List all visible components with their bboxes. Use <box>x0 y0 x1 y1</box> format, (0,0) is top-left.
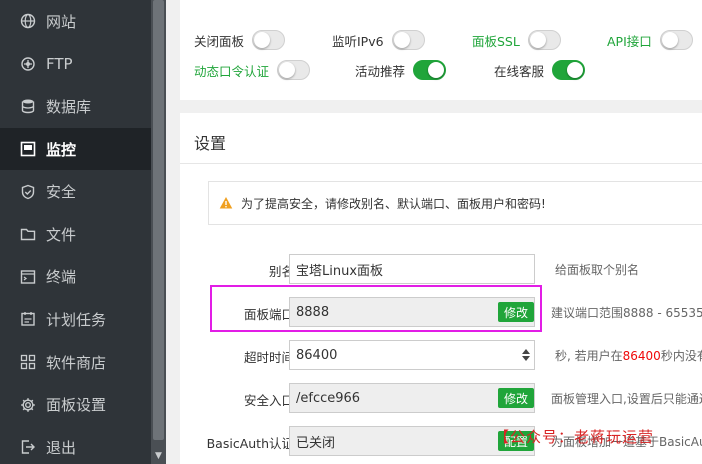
sidebar-item-cron[interactable]: 计划任务 <box>0 298 151 341</box>
ssl-switch[interactable] <box>527 30 561 50</box>
api-switch[interactable] <box>659 30 693 50</box>
toggle-api: API接口 <box>607 30 693 50</box>
ipv6-switch[interactable] <box>391 30 425 50</box>
entry-edit-button[interactable]: 修改 <box>498 388 535 408</box>
close-panel-switch[interactable] <box>252 30 286 50</box>
sidebar-item-ftp[interactable]: FTP <box>0 43 151 86</box>
toggle-label: 关闭面板 <box>194 33 245 49</box>
timeout-hint-post: 秒内没有任 <box>660 349 702 363</box>
sidebar-item-label: 退出 <box>46 438 77 457</box>
sidebar-item-label: 数据库 <box>46 97 92 116</box>
database-icon <box>20 98 36 114</box>
grid-icon <box>20 354 36 370</box>
sidebar-item-panel-settings[interactable]: 面板设置 <box>0 383 151 426</box>
toggle-ssl: 面板SSL <box>472 30 561 50</box>
sidebar-item-terminal[interactable]: 终端 <box>0 256 151 299</box>
sidebar-item-website[interactable]: 网站 <box>0 0 151 43</box>
2fa-switch[interactable] <box>277 60 311 80</box>
sidebar-item-security[interactable]: 安全 <box>0 170 151 213</box>
security-alert: 为了提高安全，请修改别名、默认端口、面板用户和密码! <box>208 181 702 225</box>
entry-label: 安全入口 <box>243 393 294 408</box>
sidebar-item-label: 终端 <box>46 268 77 287</box>
toggle-label[interactable]: API接口 <box>607 31 652 50</box>
timeout-input[interactable]: 86400 <box>289 340 535 370</box>
settings-title: 设置 <box>194 134 227 153</box>
warning-icon <box>219 197 233 209</box>
globe-icon <box>20 13 36 29</box>
promo-switch[interactable] <box>413 60 447 80</box>
entry-hint: 面板管理入口,设置后只能通过 <box>551 392 702 406</box>
toggle-label: 监听IPv6 <box>332 33 384 49</box>
main-content: 关闭面板 监听IPv6 面板SSL API接口 动态口令认证 活动推荐 在线客服 <box>166 0 702 464</box>
gear-icon <box>20 397 36 413</box>
calendar-icon <box>20 311 36 327</box>
scroll-down-arrow-icon[interactable]: ▼ <box>151 448 166 464</box>
shield-icon <box>20 184 36 200</box>
timeout-hint-pre: 秒, 若用户在 <box>555 349 623 363</box>
sidebar-item-label: FTP <box>46 54 73 73</box>
scrollbar-thumb[interactable] <box>153 0 164 440</box>
folder-icon <box>20 226 36 242</box>
timeout-hint-value: 86400 <box>622 349 661 363</box>
toggle-card: 关闭面板 监听IPv6 面板SSL API接口 动态口令认证 活动推荐 在线客服 <box>180 0 702 100</box>
sidebar-item-files[interactable]: 文件 <box>0 213 151 256</box>
port-hint: 建议端口范围8888 - 65535， <box>551 306 702 320</box>
sidebar-item-label: 网站 <box>46 12 77 31</box>
terminal-icon <box>20 269 36 285</box>
sidebar-item-database[interactable]: 数据库 <box>0 85 151 128</box>
alias-input[interactable]: 宝塔Linux面板 <box>289 254 535 284</box>
monitor-icon <box>20 141 36 157</box>
support-switch[interactable] <box>552 60 586 80</box>
toggle-label: 活动推荐 <box>355 63 406 79</box>
sidebar-item-label: 软件商店 <box>46 353 107 372</box>
sidebar-item-store[interactable]: 软件商店 <box>0 341 151 384</box>
sidebar-item-label: 计划任务 <box>46 310 107 329</box>
basicauth-label: BasicAuth认证 <box>206 436 294 451</box>
toggle-close-panel: 关闭面板 <box>194 30 286 50</box>
toggle-promo: 活动推荐 <box>355 60 447 80</box>
sidebar-item-logout[interactable]: 退出 <box>0 426 151 464</box>
toggle-support: 在线客服 <box>494 60 586 80</box>
ftp-icon <box>20 56 36 72</box>
alert-text: 为了提高安全，请修改别名、默认端口、面板用户和密码! <box>241 196 546 211</box>
alias-hint: 给面板取个别名 <box>555 263 640 277</box>
port-highlight-annotation <box>210 285 542 332</box>
watermark: 【公众号：老蒋玩运营 <box>494 428 655 446</box>
sidebar: 网站 FTP 数据库 监控 安全 文件 终端 计划任务 软件商店 面板设置 退出 <box>0 0 151 464</box>
toggle-label[interactable]: 动态口令认证 <box>194 61 269 80</box>
toggle-label: 在线客服 <box>494 63 545 79</box>
sidebar-item-label: 监控 <box>46 140 77 159</box>
stepper-arrows-icon[interactable] <box>521 348 531 362</box>
sidebar-item-label: 安全 <box>46 183 77 202</box>
toggle-2fa: 动态口令认证 <box>194 60 311 80</box>
timeout-hint: 秒, 若用户在86400秒内没有任 <box>555 347 702 364</box>
timeout-label: 超时时间 <box>243 350 294 365</box>
sidebar-item-label: 面板设置 <box>46 396 107 415</box>
sidebar-item-label: 文件 <box>46 225 77 244</box>
sidebar-item-monitor[interactable]: 监控 <box>0 127 151 171</box>
toggle-ipv6: 监听IPv6 <box>332 30 425 50</box>
divider <box>180 163 702 164</box>
toggle-label[interactable]: 面板SSL <box>472 31 520 50</box>
logout-icon <box>20 439 36 455</box>
alias-label: 别名 <box>268 264 294 279</box>
